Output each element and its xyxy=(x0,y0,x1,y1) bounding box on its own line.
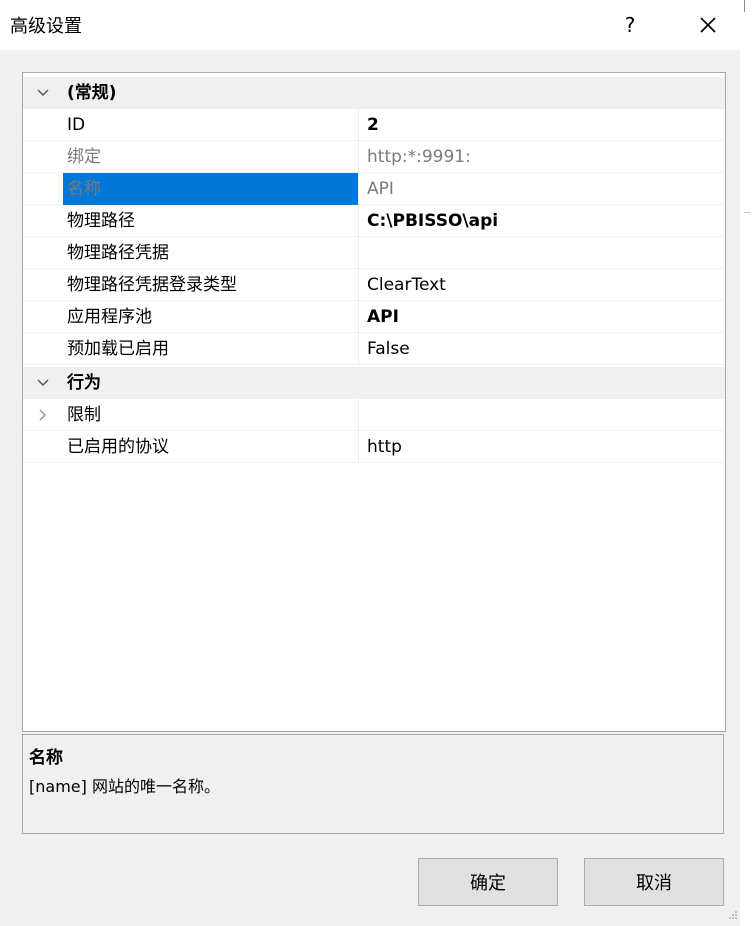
property-name: 绑定 xyxy=(63,141,359,173)
property-value[interactable] xyxy=(359,237,717,269)
property-value[interactable]: 2 xyxy=(359,109,717,141)
category-behavior[interactable]: 行为 xyxy=(23,367,725,399)
chevron-right-icon xyxy=(39,409,47,421)
property-row-enabled-protocols[interactable]: 已启用的协议 http xyxy=(23,431,725,463)
property-grid[interactable]: (常规) ID 2 绑定 http:*:9991: 名称 API 物理路径 C:… xyxy=(22,72,726,732)
close-button[interactable] xyxy=(688,8,728,42)
advanced-settings-dialog: 高级设置 ? (常规) ID 2 绑定 http:*:9991: 名称 API … xyxy=(0,0,740,926)
property-name: 已启用的协议 xyxy=(63,431,359,463)
property-name: 名称 xyxy=(63,173,359,205)
property-name: 物理路径凭据登录类型 xyxy=(63,269,359,301)
category-label: 行为 xyxy=(67,373,101,393)
description-text: [name] 网站的唯一名称。 xyxy=(29,777,220,796)
property-name: 预加载已启用 xyxy=(63,333,359,365)
resize-grip-icon[interactable] xyxy=(728,910,738,920)
property-row-id[interactable]: ID 2 xyxy=(23,109,725,141)
property-name: 物理路径 xyxy=(63,205,359,237)
chevron-down-icon xyxy=(37,89,49,97)
expand-toggle[interactable] xyxy=(23,77,63,109)
property-value[interactable]: API xyxy=(359,173,717,205)
property-row-binding[interactable]: 绑定 http:*:9991: xyxy=(23,141,725,173)
description-title: 名称 xyxy=(29,748,63,768)
background-window-edge xyxy=(740,0,752,926)
property-value[interactable]: ClearText xyxy=(359,269,717,301)
close-icon xyxy=(700,17,716,33)
category-label: (常规) xyxy=(67,83,117,103)
title-bar: 高级设置 ? xyxy=(0,0,740,50)
property-row-name[interactable]: 名称 API xyxy=(23,173,725,205)
expand-toggle[interactable] xyxy=(23,399,63,431)
property-row-app-pool[interactable]: 应用程序池 API xyxy=(23,301,725,333)
cancel-button[interactable]: 取消 xyxy=(584,858,724,906)
property-value[interactable]: C:\PBISSO\api xyxy=(359,205,717,237)
dialog-title: 高级设置 xyxy=(10,16,82,37)
property-row-limits[interactable]: 限制 xyxy=(23,399,725,431)
property-value[interactable] xyxy=(359,399,717,431)
property-value[interactable]: http:*:9991: xyxy=(359,141,717,173)
property-name: 应用程序池 xyxy=(63,301,359,333)
ok-button[interactable]: 确定 xyxy=(418,858,558,906)
property-value[interactable]: API xyxy=(359,301,717,333)
help-button[interactable]: ? xyxy=(612,8,648,42)
description-panel: 名称 [name] 网站的唯一名称。 xyxy=(22,734,724,834)
chevron-down-icon xyxy=(37,379,49,387)
property-row-physical-path[interactable]: 物理路径 C:\PBISSO\api xyxy=(23,205,725,237)
expand-toggle[interactable] xyxy=(23,367,63,399)
property-value[interactable]: http xyxy=(359,431,717,463)
property-row-path-credentials[interactable]: 物理路径凭据 xyxy=(23,237,725,269)
property-row-logon-type[interactable]: 物理路径凭据登录类型 ClearText xyxy=(23,269,725,301)
property-name: 限制 xyxy=(63,399,359,431)
property-row-preload[interactable]: 预加载已启用 False xyxy=(23,333,725,365)
property-name: 物理路径凭据 xyxy=(63,237,359,269)
category-general[interactable]: (常规) xyxy=(23,77,725,109)
property-value[interactable]: False xyxy=(359,333,717,365)
property-name: ID xyxy=(63,109,359,141)
